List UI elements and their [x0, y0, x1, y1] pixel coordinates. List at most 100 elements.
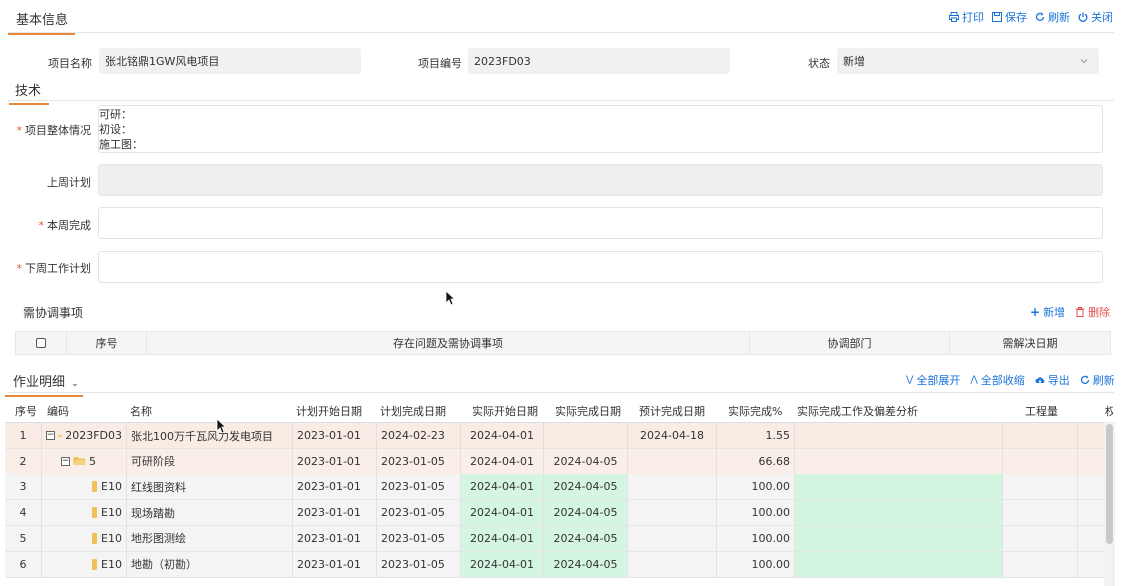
cell-pct[interactable]: 100.00 [717, 525, 795, 551]
cell-est-end[interactable] [628, 474, 717, 500]
work-grid: 序号 编码 名称 计划开始日期 计划完成日期 实际开始日期 实际完成日期 预计完… [5, 398, 1113, 586]
cell-est-end[interactable] [628, 551, 717, 577]
cell-qty[interactable] [1003, 423, 1078, 448]
select-all-checkbox[interactable] [36, 338, 46, 348]
cell-qty[interactable] [1003, 474, 1078, 500]
cell-plan-start[interactable]: 2023-01-01 [293, 448, 377, 474]
cell-qty[interactable] [1003, 448, 1078, 474]
cell-name[interactable]: 现场踏勘 [127, 500, 293, 526]
cell-plan-end[interactable]: 2023-01-05 [377, 525, 461, 551]
cell-act-end[interactable]: 2024-04-05 [544, 474, 628, 500]
cell-plan-start[interactable]: 2023-01-01 [293, 474, 377, 500]
cell-name[interactable]: 可研阶段 [127, 448, 293, 474]
cell-name[interactable]: 地形图测绘 [127, 525, 293, 551]
expand-all-button[interactable]: ⋁ 全部展开 [906, 372, 960, 388]
cell-act-end[interactable]: 2024-04-05 [544, 500, 628, 526]
work-toolbar: ⋁ 全部展开 ⋀ 全部收缩 导出 刷新 [906, 372, 1115, 388]
cell-plan-end[interactable]: 2023-01-05 [377, 500, 461, 526]
project-code-field[interactable]: 2023FD03 [468, 48, 730, 74]
cell-code[interactable]: − 2023FD03 [42, 423, 127, 448]
cell-code[interactable]: E10 [42, 474, 127, 500]
cell-pct[interactable]: 1.55 [717, 423, 795, 448]
cell-code[interactable]: E10 [42, 551, 127, 577]
cell-name[interactable]: 地勘（初勘） [127, 551, 293, 577]
cell-code[interactable]: E10 [42, 525, 127, 551]
cell-plan-start[interactable]: 2023-01-01 [293, 500, 377, 526]
cell-analysis[interactable] [795, 500, 1003, 526]
cell-act-start[interactable]: 2024-04-01 [461, 525, 544, 551]
cell-act-start[interactable]: 2024-04-01 [461, 423, 544, 448]
cell-act-end[interactable]: 2024-04-05 [544, 551, 628, 577]
cell-act-end[interactable] [544, 423, 628, 448]
tab-tech[interactable]: 技术 [9, 80, 50, 105]
refresh-button[interactable]: 刷新 [1035, 9, 1070, 25]
cell-code[interactable]: −5 [42, 448, 127, 474]
cell-act-end[interactable]: 2024-04-05 [544, 525, 628, 551]
cell-act-start[interactable]: 2024-04-01 [461, 448, 544, 474]
cell-plan-end[interactable]: 2023-01-05 [377, 474, 461, 500]
cell-no[interactable]: 3 [5, 474, 42, 500]
tab-basic-info[interactable]: 基本信息 [8, 9, 76, 35]
cell-analysis[interactable] [795, 551, 1003, 577]
tab-work-detail[interactable]: 作业明细 ⌄ [5, 371, 83, 397]
cell-plan-end[interactable]: 2023-01-05 [377, 448, 461, 474]
cell-est-end[interactable] [628, 448, 717, 474]
project-name-field[interactable]: 张北铭鼎1GW风电项目 [99, 48, 361, 74]
cell-pct[interactable]: 100.00 [717, 500, 795, 526]
table-row[interactable]: 5 E10 地形图测绘 2023-01-01 2023-01-05 2024-04-01 2… [5, 525, 1108, 552]
code-text: 5 [89, 454, 96, 468]
export-button[interactable]: 导出 [1035, 372, 1070, 388]
cell-plan-start[interactable]: 2023-01-01 [293, 551, 377, 577]
cell-pct[interactable]: 100.00 [717, 551, 795, 577]
last-week-field[interactable] [98, 164, 1103, 196]
table-row[interactable]: 1−2023FD03 张北100万千瓦风力发电项目 2023-01-01 2024-0… [5, 423, 1108, 449]
cell-act-start[interactable]: 2024-04-01 [461, 500, 544, 526]
cell-no[interactable]: 1 [5, 423, 42, 448]
cell-qty[interactable] [1003, 525, 1078, 551]
next-week-field[interactable] [98, 251, 1103, 283]
collapse-all-button[interactable]: ⋀ 全部收缩 [970, 372, 1024, 388]
close-button[interactable]: 关闭 [1078, 9, 1113, 25]
cell-analysis[interactable] [795, 423, 1003, 448]
cell-plan-end[interactable]: 2024-02-23 [377, 423, 461, 448]
cell-analysis[interactable] [795, 525, 1003, 551]
cell-est-end[interactable] [628, 500, 717, 526]
cell-no[interactable]: 5 [5, 525, 42, 551]
cell-act-start[interactable]: 2024-04-01 [461, 551, 544, 577]
print-button[interactable]: 打印 [949, 9, 984, 25]
table-row[interactable]: 4 E10 现场踏勘 2023-01-01 2023-01-05 2024-04-01 20… [5, 500, 1108, 527]
this-week-field[interactable] [98, 207, 1103, 239]
cell-code[interactable]: E10 [42, 500, 127, 526]
collapse-toggle-icon[interactable]: − [61, 456, 70, 466]
table-row[interactable]: 6 E10 地勘（初勘） 2023-01-01 2023-01-05 2024-04-01… [5, 551, 1108, 578]
cell-act-end[interactable]: 2024-04-05 [544, 448, 628, 474]
cell-est-end[interactable]: 2024-04-18 [628, 423, 717, 448]
cell-analysis[interactable] [795, 448, 1003, 474]
cell-pct[interactable]: 66.68 [717, 448, 795, 474]
status-select[interactable]: 新增 [837, 48, 1099, 74]
tab-tech-label: 技术 [15, 84, 42, 99]
cell-qty[interactable] [1003, 500, 1078, 526]
cell-est-end[interactable] [628, 525, 717, 551]
cell-plan-start[interactable]: 2023-01-01 [293, 423, 377, 448]
cell-act-start[interactable]: 2024-04-01 [461, 474, 544, 500]
cell-no[interactable]: 2 [5, 448, 42, 474]
save-button[interactable]: 保存 [992, 9, 1027, 25]
work-refresh-button[interactable]: 刷新 [1080, 372, 1115, 388]
overall-textarea[interactable]: 可研： 初设： 施工图： [98, 105, 1103, 153]
table-row[interactable]: 3 E10 红线图资料 2023-01-01 2023-01-05 2024-04-01 2… [5, 474, 1108, 501]
cell-pct[interactable]: 100.00 [717, 474, 795, 500]
coord-add-button[interactable]: + 新增 [1030, 304, 1065, 320]
grid-scrollbar-thumb[interactable] [1106, 424, 1113, 544]
cell-name[interactable]: 红线图资料 [127, 474, 293, 500]
cell-plan-start[interactable]: 2023-01-01 [293, 525, 377, 551]
collapse-toggle-icon[interactable]: − [46, 431, 55, 440]
cell-no[interactable]: 6 [5, 551, 42, 577]
table-row[interactable]: 2−5 可研阶段 2023-01-01 2023-01-05 2024-04-01 202… [5, 448, 1108, 475]
cell-qty[interactable] [1003, 551, 1078, 577]
cell-analysis[interactable] [795, 474, 1003, 500]
coord-delete-button[interactable]: 删除 [1075, 304, 1110, 320]
cell-name[interactable]: 张北100万千瓦风力发电项目 [127, 423, 293, 448]
cell-no[interactable]: 4 [5, 500, 42, 526]
cell-plan-end[interactable]: 2023-01-05 [377, 551, 461, 577]
